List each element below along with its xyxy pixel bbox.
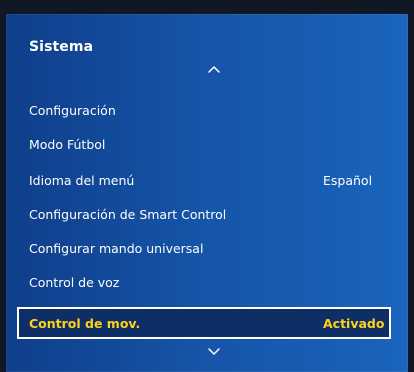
chevron-up-icon[interactable] [207, 63, 221, 75]
menu-item-label: Modo Fútbol [29, 137, 106, 152]
menu-item-voice-control[interactable]: Control de voz [29, 272, 391, 294]
menu-item-label: Control de voz [29, 275, 120, 290]
menu-item-motion-control-selected[interactable]: Control de mov. Activado [17, 307, 391, 339]
system-menu-panel: Sistema Configuración Modo Fútbol Idioma… [6, 14, 408, 372]
menu-item-smart-control-settings[interactable]: Configuración de Smart Control [29, 204, 391, 226]
menu-item-label: Idioma del menú [29, 173, 135, 188]
panel-title: Sistema [29, 39, 94, 55]
menu-item-value: Activado [323, 316, 385, 331]
menu-item-label: Configuración [29, 103, 116, 118]
menu-item-idioma-del-menu[interactable]: Idioma del menú Español [29, 170, 391, 192]
menu-item-universal-remote-setup[interactable]: Configurar mando universal [29, 238, 391, 260]
menu-item-label: Configurar mando universal [29, 241, 204, 256]
chevron-down-icon[interactable] [207, 346, 221, 358]
menu-item-label: Control de mov. [29, 316, 141, 331]
menu-item-configuracion[interactable]: Configuración [29, 100, 391, 122]
tv-screen: Sistema Configuración Modo Fútbol Idioma… [0, 0, 414, 372]
menu-item-value: Español [323, 173, 373, 188]
menu-item-label: Configuración de Smart Control [29, 207, 227, 222]
menu-item-modo-futbol[interactable]: Modo Fútbol [29, 134, 391, 156]
